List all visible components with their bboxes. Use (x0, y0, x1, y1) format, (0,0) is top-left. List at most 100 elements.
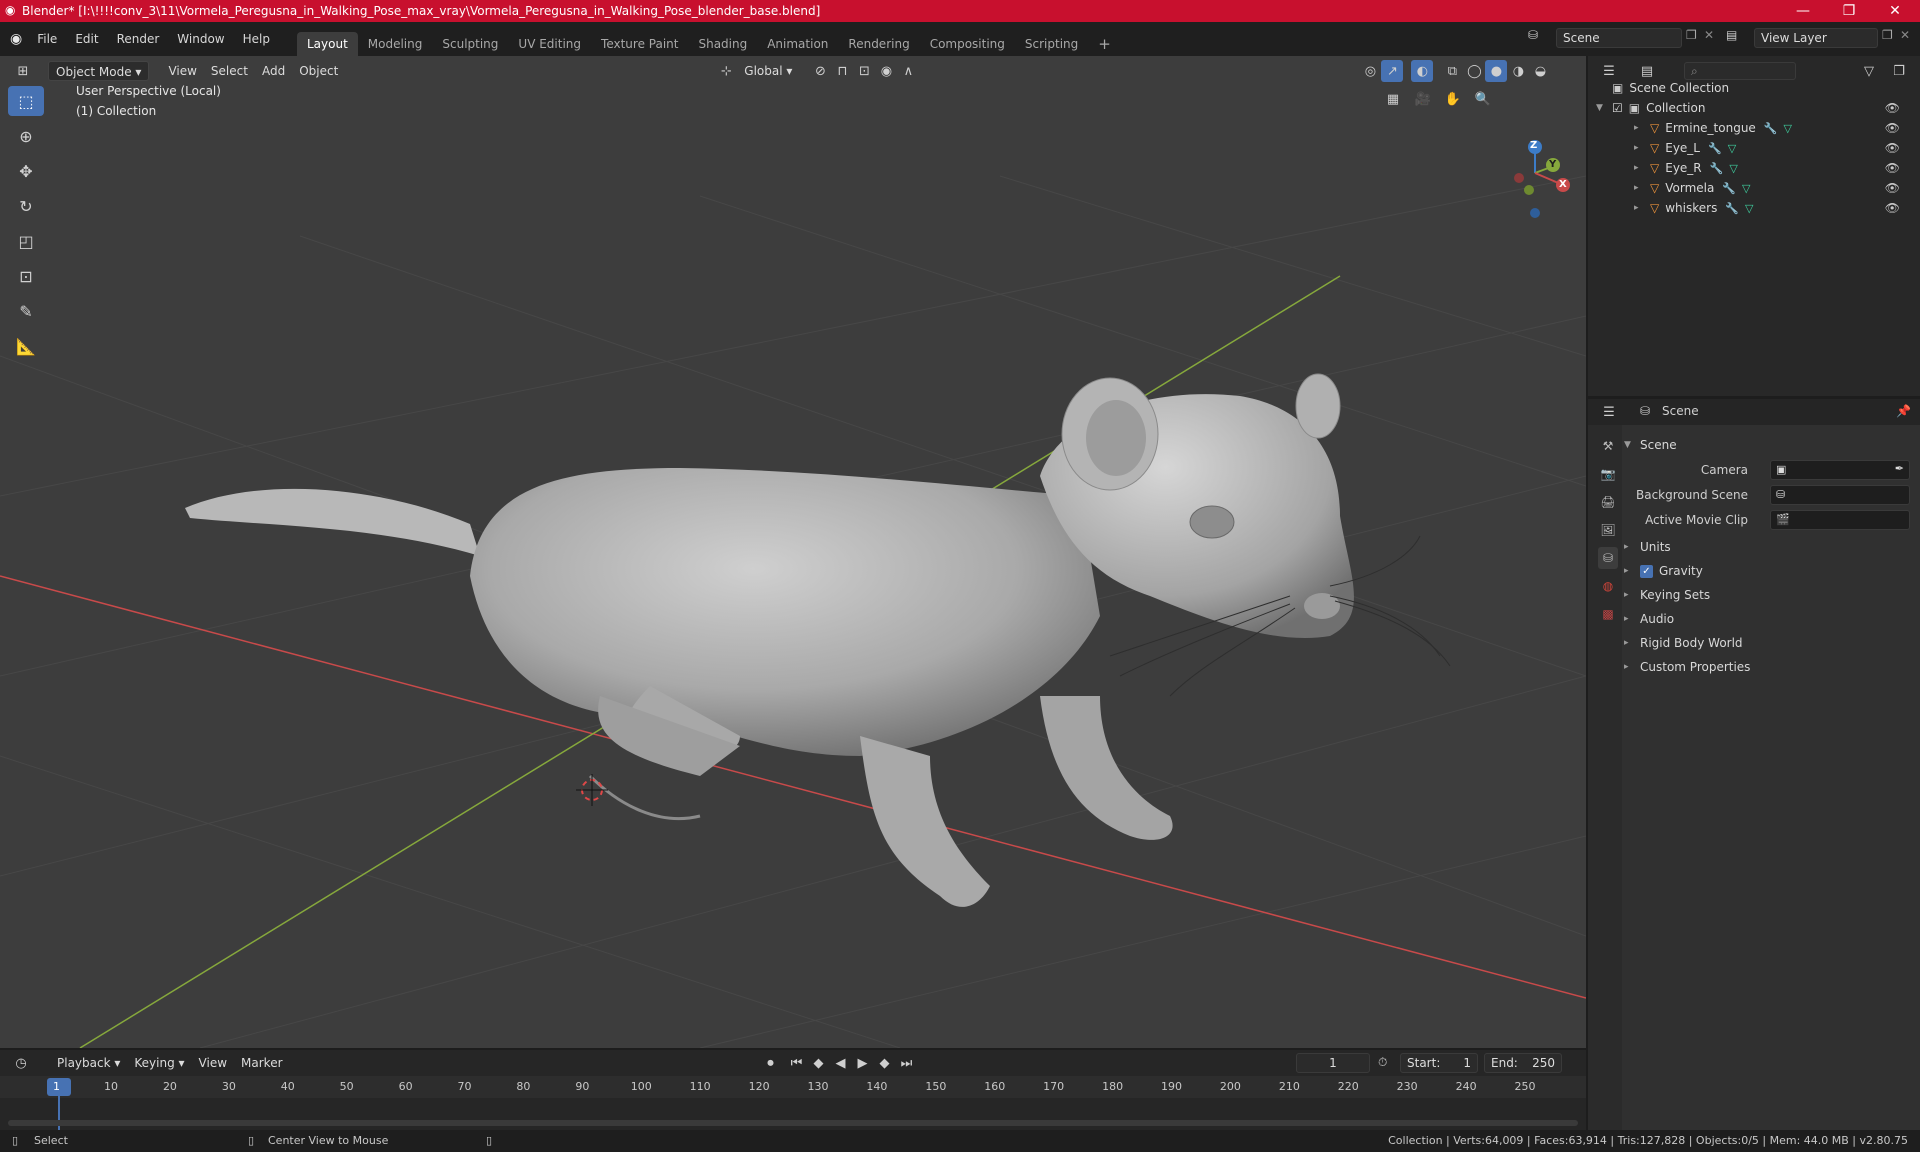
world-tab-icon[interactable]: ◍ (1598, 575, 1618, 597)
units-section[interactable]: ▸ Units (1624, 537, 1671, 557)
outliner-object-row[interactable]: ▸ ▽ Eye_R 🔧 ▽ 👁 (1634, 158, 1912, 178)
eye-icon[interactable]: 👁 (1885, 141, 1900, 155)
scale-tool-icon[interactable]: ◰ (8, 226, 44, 256)
play-icon[interactable]: ▶ (852, 1052, 874, 1074)
material-shading-icon[interactable]: ◑ (1507, 60, 1529, 82)
pan-view-icon[interactable]: ✋ (1442, 88, 1464, 110)
blender-menu-icon[interactable]: ◉ (10, 31, 22, 47)
jump-keyframe-forward-icon[interactable]: ◆ (874, 1052, 896, 1074)
audio-section[interactable]: ▸ Audio (1624, 609, 1674, 629)
view-layer-selector[interactable]: View Layer (1754, 28, 1878, 48)
expand-arrow-icon[interactable]: ▸ (1634, 143, 1642, 153)
background-scene-field[interactable]: ⛁ (1770, 485, 1910, 505)
tab-layout[interactable]: Layout (296, 32, 358, 56)
proportional-edit-icon[interactable]: ◉ (875, 60, 897, 82)
gizmo-y-label[interactable]: Y (1549, 159, 1556, 170)
eye-icon[interactable]: 👁 (1885, 121, 1900, 135)
start-frame-field[interactable]: Start: 1 (1400, 1053, 1478, 1073)
gizmo-toggle-icon[interactable]: ↗ (1381, 60, 1404, 82)
scene-selector[interactable]: Scene (1556, 28, 1682, 48)
menu-select[interactable]: Select (204, 61, 255, 81)
tab-sculpting[interactable]: Sculpting (432, 32, 508, 56)
gravity-checkbox[interactable]: ✓ (1640, 564, 1653, 578)
play-reverse-icon[interactable]: ◀ (830, 1052, 852, 1074)
jump-end-icon[interactable]: ⏭ (896, 1052, 918, 1074)
render-tab-icon[interactable]: 📷 (1598, 463, 1618, 485)
tab-rendering[interactable]: Rendering (838, 32, 919, 56)
record-icon[interactable]: ⏺ (760, 1052, 782, 1074)
outliner-object-row[interactable]: ▸ ▽ Ermine_tongue 🔧 ▽ 👁 (1634, 118, 1912, 138)
scene-tab-icon[interactable]: ⛁ (1598, 547, 1618, 569)
active-movie-clip-field[interactable]: 🎬 (1770, 510, 1910, 530)
scene-panel-header[interactable]: ▼ Scene (1624, 435, 1677, 455)
annotate-tool-icon[interactable]: ✎ (8, 296, 44, 326)
tab-compositing[interactable]: Compositing (920, 32, 1015, 56)
select-box-tool-icon[interactable]: ⬚ (8, 86, 44, 116)
solid-shading-icon[interactable]: ● (1485, 60, 1508, 82)
3d-viewport[interactable]: Z Y X ⊞ Object Mode ▾ View Select Add Ob… (0, 56, 1586, 1048)
zoom-view-icon[interactable]: 🔍 (1472, 88, 1494, 110)
checkbox-icon[interactable]: ☑ (1612, 101, 1623, 115)
tab-modeling[interactable]: Modeling (358, 32, 433, 56)
view-layer-tab-icon[interactable]: 🖼 (1598, 519, 1618, 541)
eye-icon[interactable]: 👁 (1885, 181, 1900, 195)
properties-editor-type-icon[interactable]: ☰ (1598, 401, 1620, 423)
close-button[interactable]: ✕ (1872, 0, 1918, 22)
tab-texture-paint[interactable]: Texture Paint (591, 32, 688, 56)
rotate-tool-icon[interactable]: ↻ (8, 191, 44, 221)
eye-icon[interactable]: 👁 (1885, 161, 1900, 175)
expand-arrow-icon[interactable]: ▼ (1596, 103, 1604, 113)
snap-icon[interactable]: ⊓ (831, 60, 853, 82)
jump-keyframe-back-icon[interactable]: ◆ (808, 1052, 830, 1074)
jump-start-icon[interactable]: ⏮ (786, 1052, 808, 1074)
menu-view[interactable]: View (161, 61, 203, 81)
timeline-editor[interactable]: ◷ Playback ▾ Keying ▾ View Marker ⏺ ⏮ ◆ … (0, 1050, 1586, 1130)
menu-window[interactable]: Window (168, 28, 233, 50)
preview-range-icon[interactable]: ⏱ (1378, 1055, 1387, 1070)
camera-view-icon[interactable]: 🎥 (1412, 88, 1434, 110)
pivot-point-icon[interactable]: ⊘ (809, 60, 831, 82)
transform-tool-icon[interactable]: ⊡ (8, 261, 44, 291)
move-tool-icon[interactable]: ✥ (8, 156, 44, 186)
delete-scene-icon[interactable]: ✕ (1704, 28, 1714, 42)
outliner-scene-collection[interactable]: ▣ Scene Collection (1612, 78, 1912, 98)
outliner-object-row[interactable]: ▸ ▽ Eye_L 🔧 ▽ 👁 (1634, 138, 1912, 158)
tab-shading[interactable]: Shading (688, 32, 757, 56)
minimize-button[interactable]: — (1780, 0, 1826, 22)
keying-menu[interactable]: Keying ▾ (127, 1053, 191, 1073)
menu-help[interactable]: Help (234, 28, 279, 50)
tab-uv-editing[interactable]: UV Editing (508, 32, 591, 56)
tab-scripting[interactable]: Scripting (1015, 32, 1088, 56)
menu-edit[interactable]: Edit (66, 28, 107, 50)
custom-properties-section[interactable]: ▸ Custom Properties (1624, 657, 1750, 677)
wireframe-shading-icon[interactable]: ◯ (1463, 60, 1485, 82)
menu-object[interactable]: Object (292, 61, 345, 81)
visibility-icon[interactable]: ◎ (1359, 60, 1381, 82)
keying-sets-section[interactable]: ▸ Keying Sets (1624, 585, 1710, 605)
add-workspace-button[interactable]: + (1088, 32, 1121, 56)
expand-arrow-icon[interactable]: ▸ (1634, 203, 1642, 213)
maximize-button[interactable]: ❐ (1826, 0, 1872, 22)
rendered-shading-icon[interactable]: ◒ (1529, 60, 1551, 82)
gizmo-z-label[interactable]: Z (1530, 140, 1537, 151)
timeline-editor-type-icon[interactable]: ◷ (10, 1052, 32, 1074)
overlays-icon[interactable]: ◐ (1411, 60, 1434, 82)
editor-type-icon[interactable]: ⊞ (12, 60, 34, 82)
xray-icon[interactable]: ⧉ (1441, 60, 1463, 82)
cursor-tool-icon[interactable]: ⊕ (8, 121, 44, 151)
texture-tab-icon[interactable]: ▩ (1598, 603, 1618, 625)
expand-arrow-icon[interactable]: ▸ (1634, 183, 1642, 193)
falloff-icon[interactable]: ∧ (897, 60, 919, 82)
tab-animation[interactable]: Animation (757, 32, 838, 56)
eye-icon[interactable]: 👁 (1885, 101, 1900, 115)
snap-target-icon[interactable]: ⊡ (853, 60, 875, 82)
object-mode-dropdown[interactable]: Object Mode ▾ (48, 61, 150, 81)
timeline-view-menu[interactable]: View (192, 1053, 234, 1073)
marker-menu[interactable]: Marker (234, 1053, 289, 1073)
output-tab-icon[interactable]: 🖨 (1598, 491, 1618, 513)
end-frame-field[interactable]: End: 250 (1484, 1053, 1562, 1073)
gravity-section[interactable]: ▸ ✓ Gravity (1624, 561, 1703, 581)
tool-tab-icon[interactable]: ⚒ (1598, 435, 1618, 457)
expand-arrow-icon[interactable]: ▸ (1634, 123, 1642, 133)
measure-tool-icon[interactable]: 📐 (8, 331, 44, 361)
